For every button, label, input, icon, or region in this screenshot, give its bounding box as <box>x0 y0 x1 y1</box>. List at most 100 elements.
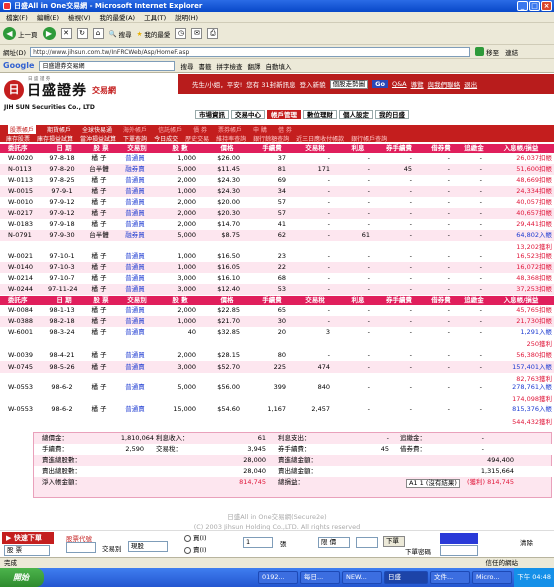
google-search-button[interactable]: 搜尋 <box>180 61 193 71</box>
tab-my-jihsun[interactable]: 我的日盛 <box>375 110 409 119</box>
chart-go-button[interactable]: Go <box>372 80 388 88</box>
taskbar-item[interactable]: Micro... <box>472 571 512 584</box>
table-row[interactable]: W-0553 98-6-2 橘 子 普通賣 5,000 $56.00 399 840 - - - - 2… <box>0 382 554 393</box>
google-bookmarks[interactable]: 書籤 <box>198 61 211 71</box>
subnav2-order-query[interactable]: 下單查詢 <box>123 134 147 143</box>
chart-select[interactable]: 個股走勢圖 <box>329 79 369 89</box>
table-row[interactable]: N-0113 97-8-20 台半體 融券賣 5,000 $11.45 81 171 - 45 - -… <box>0 164 554 175</box>
buy-radio[interactable]: 買(I) <box>184 532 207 542</box>
subnav2-today[interactable]: 今日成交 <box>154 134 178 143</box>
stock-code-input[interactable] <box>66 542 96 553</box>
menu-edit[interactable]: 編輯(E) <box>37 12 59 22</box>
order-password-input[interactable] <box>440 545 478 556</box>
table-row[interactable]: W-0745 98-5-26 橘 子 普通賣 3,000 $52.70 225 474 - - - -… <box>0 361 554 373</box>
login-link[interactable]: 登入新貌 <box>300 79 326 89</box>
menu-tools[interactable]: 工具(T) <box>144 12 166 22</box>
tab-trading[interactable]: 交易中心 <box>231 110 265 119</box>
tab-finance[interactable]: 數位理財 <box>303 110 337 119</box>
cell-id: W-0010 <box>8 198 34 206</box>
go-button[interactable]: 移至 <box>475 47 499 57</box>
tab-account[interactable]: 帳戶管理 <box>267 110 301 119</box>
favorites-button[interactable]: ★ 我的最愛 <box>137 29 171 39</box>
subnav2-bank-balance[interactable]: 銀行餘額查詢 <box>253 134 289 143</box>
menu-file[interactable]: 檔案(F) <box>6 12 28 22</box>
table-row[interactable]: W-0021 97-10-1 橘 子 普通買 1,000 $16.50 23 - - - - - 16,… <box>0 251 554 262</box>
tab-settings[interactable]: 個人設定 <box>339 110 373 119</box>
table-row[interactable]: W-0388 98-2-18 橘 子 普通買 1,000 $21.70 30 - - - - - 21,… <box>0 316 554 327</box>
taskbar-item[interactable]: 0192... <box>258 571 298 584</box>
clear-button[interactable]: 清除 <box>520 537 533 547</box>
subnav2-daytrade[interactable]: 當沖損益試算 <box>80 134 116 143</box>
submit-order-button[interactable]: 下單 <box>383 536 405 547</box>
guide-link[interactable]: 導覽 <box>411 79 424 89</box>
stop-icon[interactable]: ✕ <box>60 28 72 39</box>
subnav2-pnl-calc[interactable]: 庫存損益試算 <box>37 134 73 143</box>
find-result-box[interactable]: A1 1 (沒有結果) <box>406 479 460 488</box>
address-input[interactable]: http://www.jihsun.com.tw/InFRCWeb/Asp/Ho… <box>30 46 471 57</box>
table-row[interactable]: W-0214 97-10-7 橘 子 普通買 3,000 $16.10 68 - - - - - 48,… <box>0 273 554 284</box>
sell-radio[interactable]: 賣(I) <box>184 544 207 554</box>
cell-tax: - <box>327 198 330 206</box>
table-row[interactable]: N-0791 97-9-30 台半體 融券買 5,000 $8.75 62 - 61 - - - 64,… <box>0 230 554 241</box>
history-icon[interactable]: ◷ <box>175 28 187 39</box>
table-row[interactable]: W-0020 97-8-18 橘 子 普通買 1,000 $26.00 37 - - - - - 26,… <box>0 153 554 164</box>
tab-market[interactable]: 市場資訊 <box>195 110 229 119</box>
top-banner: 先生/小姐，平安! 您有 31封新訊息 登入新貌 個股走勢圖 Go Q&A 導覽… <box>178 74 554 94</box>
message-count[interactable]: 您有 31封新訊息 <box>246 79 295 89</box>
column-header: 交易別 <box>127 144 147 152</box>
menu-view[interactable]: 檢視(V) <box>68 12 91 22</box>
close-button[interactable]: × <box>541 1 552 11</box>
table-row[interactable]: W-0015 97-9-1 橘 子 普通買 1,000 $24.30 34 - - - - - 24,3… <box>0 186 554 197</box>
forward-button[interactable]: ▶ <box>42 27 56 40</box>
table-row[interactable]: W-0084 98-1-13 橘 子 普通買 2,000 $22.85 65 - - - - - 45,… <box>0 305 554 316</box>
start-button[interactable]: 開始 <box>0 568 44 587</box>
trade-type-select[interactable]: 現股 <box>128 541 168 552</box>
table-row[interactable]: W-6001 98-3-24 橘 子 普通賣 40 $32.85 20 3 - - - - 1,291入… <box>0 327 554 338</box>
google-translate[interactable]: 翻譯 <box>247 61 260 71</box>
menu-help[interactable]: 說明(H) <box>175 12 198 22</box>
table-row[interactable]: W-0244 97-11-24 橘 子 普通買 3,000 $12.40 53 - - - - - 37… <box>0 284 554 295</box>
price-input[interactable] <box>356 537 378 548</box>
google-autofill[interactable]: 自動填入 <box>265 61 291 71</box>
table-row[interactable]: W-0140 97-10-3 橘 子 普通買 1,000 $16.05 22 - - - - - 16,… <box>0 262 554 273</box>
table-row[interactable]: W-0010 97-9-12 橘 子 普通買 2,000 $20.00 57 - - - - - 40,… <box>0 197 554 208</box>
google-spellcheck[interactable]: 拼字檢查 <box>216 61 242 71</box>
subnav2-receivables[interactable]: 近三日應收付帳款 <box>296 134 344 143</box>
table-row[interactable]: W-0217 97-9-12 橘 子 普通買 2,000 $20.30 57 - - - - - 40,… <box>0 208 554 219</box>
mail-icon[interactable]: ✉ <box>191 28 203 39</box>
cell-date: 97-9-12 <box>49 198 75 206</box>
taskbar-item[interactable]: 文件... <box>430 571 470 584</box>
subnav2-bank-account[interactable]: 銀行帳戶查詢 <box>351 134 387 143</box>
taskbar-item[interactable]: 日盛 <box>384 571 428 584</box>
table-row[interactable]: W-0039 98-4-21 橘 子 普通買 2,000 $28.15 80 - - - - - 56,… <box>0 349 554 361</box>
print-icon[interactable]: ⎙ <box>207 28 219 39</box>
quantity-input[interactable]: 1 <box>243 537 273 548</box>
subnav2-maintenance[interactable]: 維持率查詢 <box>216 134 246 143</box>
product-select[interactable]: 股 票 <box>4 545 50 556</box>
maximize-button[interactable]: □ <box>529 1 540 11</box>
taskbar-item[interactable]: NEW... <box>342 571 382 584</box>
table-row[interactable]: W-0183 97-9-18 橘 子 普通買 2,000 $14.70 41 - - - - - 29,… <box>0 219 554 230</box>
price-type-select[interactable]: 限 價 <box>318 537 350 548</box>
minimize-button[interactable]: _ <box>517 1 528 11</box>
table-row[interactable]: W-0113 97-8-25 橘 子 普通買 2,000 $24.30 69 - - - - - 48,… <box>0 175 554 186</box>
subnav2-history[interactable]: 歷史交易 <box>185 134 209 143</box>
refresh-icon[interactable]: ↻ <box>76 28 88 39</box>
home-icon[interactable]: ⌂ <box>92 28 104 39</box>
google-search-input[interactable]: 日盛證券交易網 <box>39 60 176 71</box>
logout-link[interactable]: 退出 <box>464 79 477 89</box>
column-header: 日 期 <box>56 296 72 304</box>
subnav2-inventory[interactable]: 庫存股票 <box>6 134 30 143</box>
contact-link[interactable]: 與我們聯絡 <box>428 79 461 89</box>
qa-link[interactable]: Q&A <box>392 80 407 88</box>
table-row[interactable]: W-0553 98-6-2 橘 子 普通賣 15,000 $54.60 1,167 2,457… <box>0 404 554 415</box>
search-button[interactable]: 🔍 搜尋 <box>109 29 132 39</box>
account-select[interactable] <box>440 533 478 544</box>
quick-order-title[interactable]: ▶ 快速下單 <box>2 532 54 544</box>
cell-date: 97-8-25 <box>49 176 75 184</box>
back-button[interactable]: ◀ 上一頁 <box>3 27 38 40</box>
cell-int: - <box>367 405 370 413</box>
taskbar-item[interactable]: 每日... <box>300 571 340 584</box>
links-label[interactable]: 連結 <box>505 47 518 57</box>
menu-favorites[interactable]: 我的最愛(A) <box>100 12 136 22</box>
